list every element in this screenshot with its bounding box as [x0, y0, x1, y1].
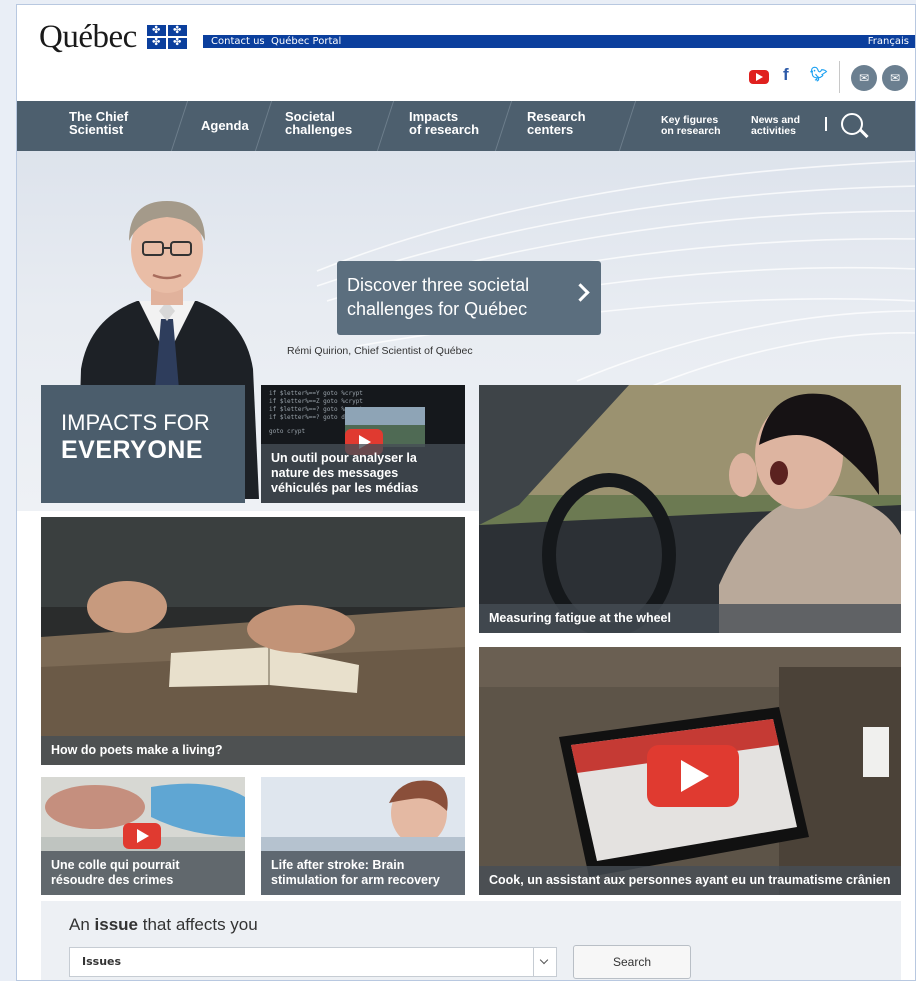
- quebec-flag-icon[interactable]: ✤ ✤ ✤ ✤: [147, 25, 187, 49]
- play-icon: [647, 745, 739, 807]
- utility-bar: Contact us Québec Portal Français: [203, 35, 915, 48]
- tile-media-analysis[interactable]: if $letter%==Y goto %crypt if $letter%==…: [261, 385, 465, 503]
- chevron-down-icon[interactable]: [533, 948, 556, 976]
- play-icon: [123, 823, 161, 849]
- open-book-hand-image: [41, 517, 465, 765]
- tile-label: Cook, un assistant aux personnes ayant e…: [479, 866, 901, 895]
- twitter-icon[interactable]: 🐦︎: [810, 67, 828, 83]
- tile-cook-assistant[interactable]: Cook, un assistant aux personnes ayant e…: [479, 647, 901, 895]
- nav-item-key-figures[interactable]: Key figures on research: [661, 115, 721, 137]
- nav-item-societal-challenges[interactable]: Societal challenges: [285, 110, 352, 136]
- impacts-heading-box: IMPACTS FOR EVERYONE: [41, 385, 245, 503]
- search-icon[interactable]: [841, 113, 863, 135]
- tile-label: How do poets make a living?: [41, 736, 465, 765]
- tile-glue-crimes[interactable]: Une colle qui pourrait résoudre des crim…: [41, 777, 245, 895]
- tile-label: Une colle qui pourrait résoudre des crim…: [41, 851, 245, 895]
- tile-poets-living[interactable]: How do poets make a living?: [41, 517, 465, 765]
- tile-stroke-recovery[interactable]: Life after stroke: Brain stimulation for…: [261, 777, 465, 895]
- nav-divider: [825, 117, 827, 131]
- site-header: Québec ✤ ✤ ✤ ✤ Contact us Québec Portal Fr…: [17, 5, 915, 101]
- youtube-icon[interactable]: [749, 70, 769, 84]
- issue-search-button[interactable]: Search: [573, 945, 691, 979]
- tile-label: Life after stroke: Brain stimulation for…: [261, 851, 465, 895]
- contact-us-link[interactable]: Contact us: [211, 35, 265, 48]
- driver-yawning-image: [479, 385, 901, 633]
- quebec-logo-text[interactable]: Québec: [39, 19, 137, 56]
- language-toggle-link[interactable]: Français: [868, 35, 909, 48]
- tile-label: Measuring fatigue at the wheel: [479, 604, 901, 633]
- svg-text:if $letter%==Z goto %crypt: if $letter%==Z goto %crypt: [269, 398, 363, 405]
- newsletter-icon[interactable]: ✉: [851, 65, 877, 91]
- header-divider: [839, 61, 840, 93]
- facebook-icon[interactable]: f: [783, 65, 789, 85]
- societal-challenges-cta[interactable]: Discover three societal challenges for Q…: [337, 261, 601, 335]
- issue-heading: An issue that affects you: [69, 915, 258, 934]
- nav-item-impacts-research[interactable]: Impacts of research: [409, 110, 479, 136]
- mail-icon[interactable]: ✉: [882, 65, 908, 91]
- portrait-caption: Rémi Quirion, Chief Scientist of Québec: [287, 345, 473, 357]
- tile-label: Un outil pour analyser la nature des mes…: [261, 444, 465, 503]
- tile-fatigue-wheel[interactable]: Measuring fatigue at the wheel: [479, 385, 901, 633]
- svg-text:if $letter%==Y goto %crypt: if $letter%==Y goto %crypt: [269, 390, 363, 397]
- quebec-portal-link[interactable]: Québec Portal: [271, 35, 341, 48]
- issues-select[interactable]: Issues: [69, 947, 557, 977]
- nav-item-chief-scientist[interactable]: The Chief Scientist: [69, 110, 128, 136]
- page-frame: Québec ✤ ✤ ✤ ✤ Contact us Québec Portal Fr…: [16, 4, 916, 981]
- nav-item-news-activities[interactable]: News and activities: [751, 115, 800, 137]
- nav-item-research-centers[interactable]: Research centers: [527, 110, 586, 136]
- main-nav: The Chief Scientist Agenda Societal chal…: [17, 101, 915, 151]
- issue-search-panel: An issue that affects you Issues Search: [41, 901, 901, 980]
- nav-item-agenda[interactable]: Agenda: [201, 119, 249, 132]
- svg-text:goto crypt: goto crypt: [269, 428, 306, 435]
